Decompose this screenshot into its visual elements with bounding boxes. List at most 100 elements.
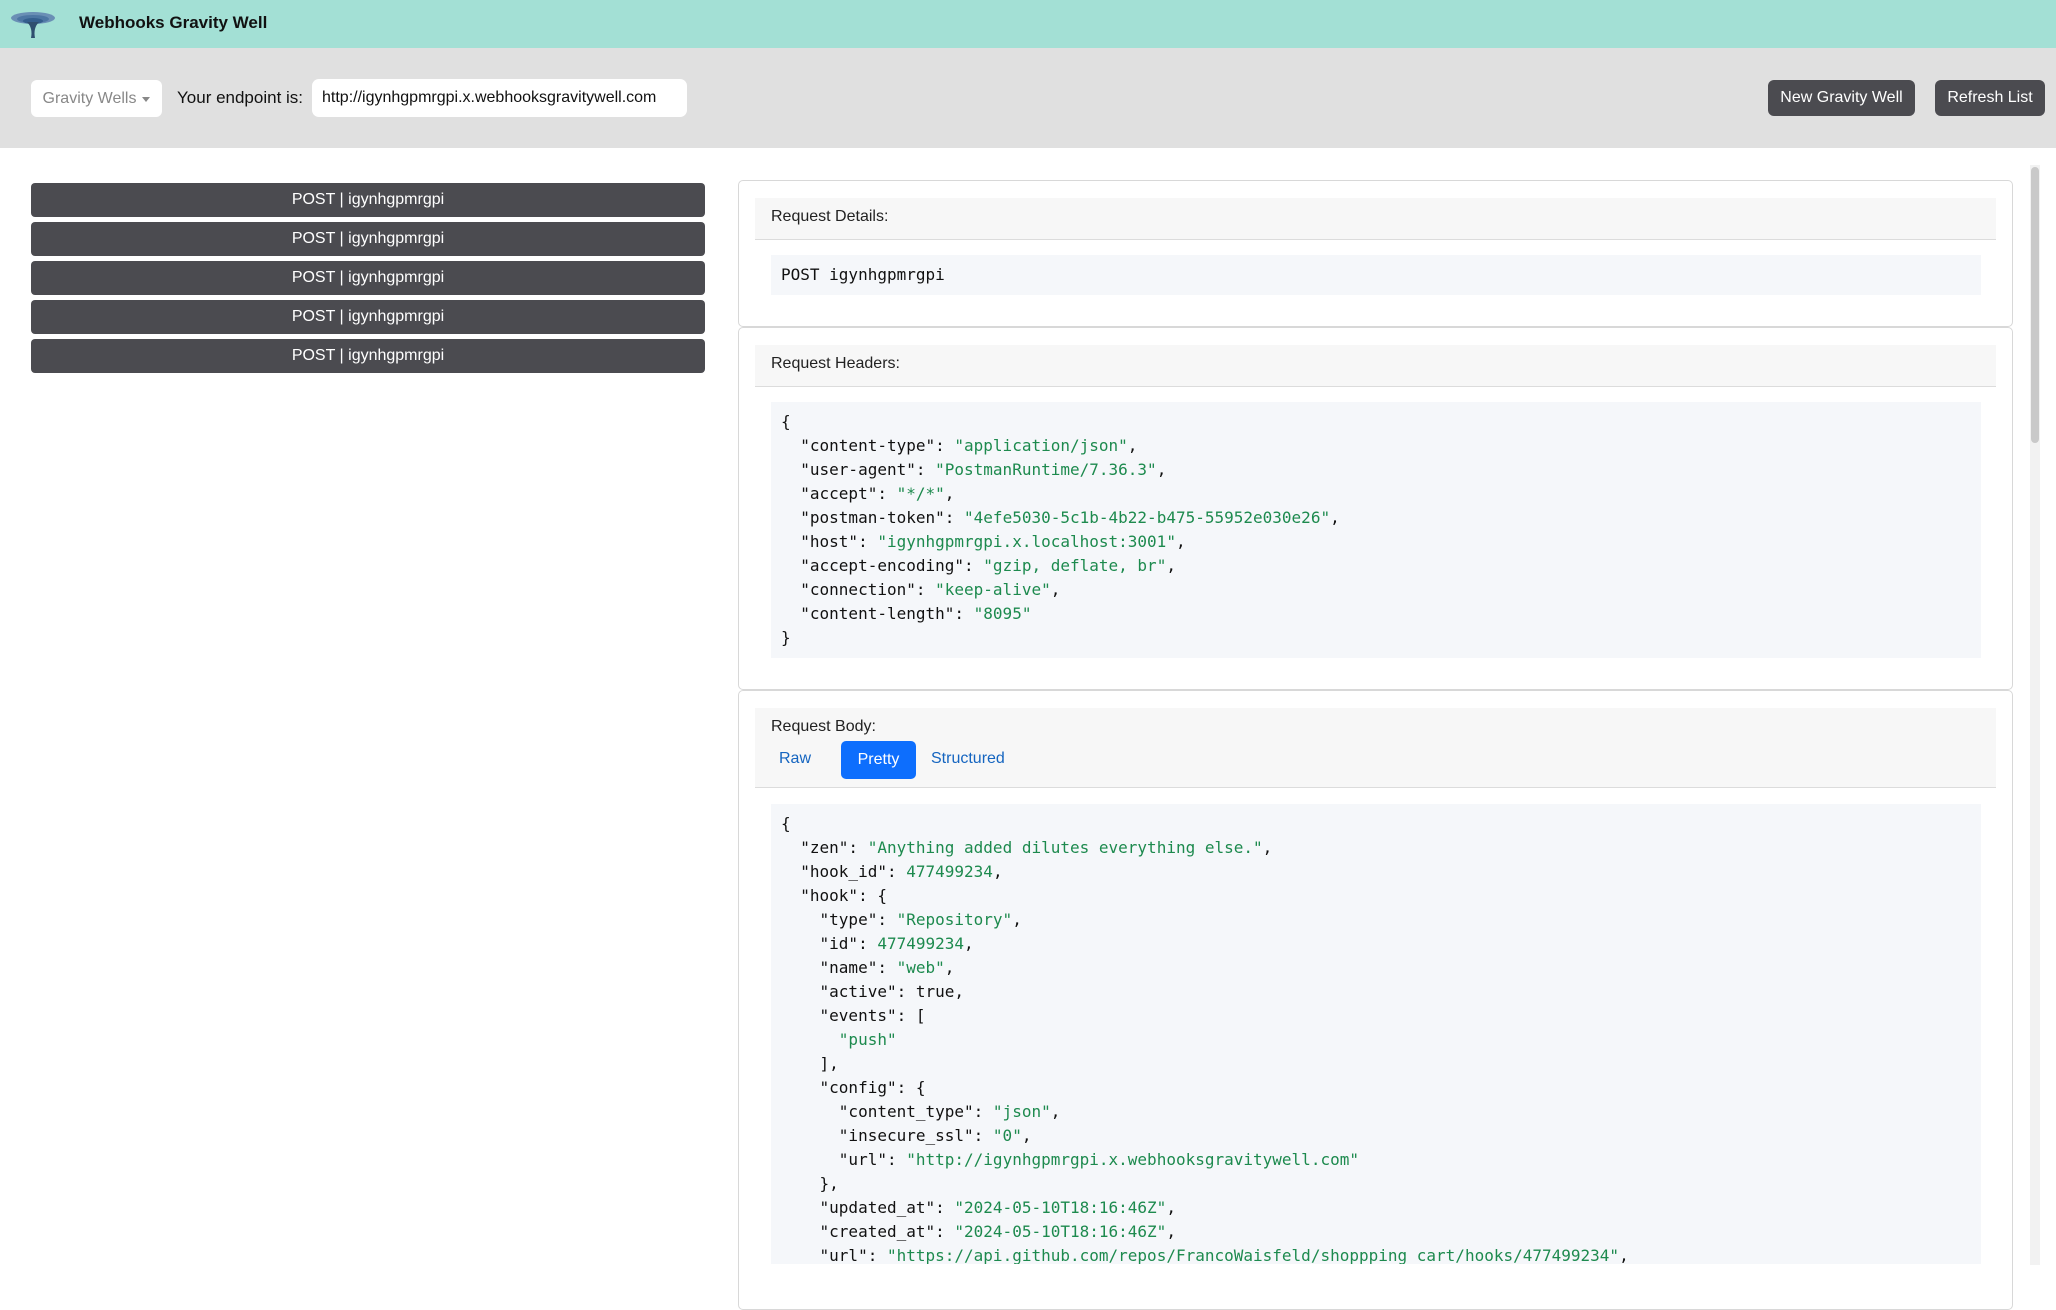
header-line: "postman-token": "4efe5030-5c1b-4b22-b47… bbox=[781, 508, 1340, 527]
header-value: "8095" bbox=[973, 604, 1032, 623]
json-text: "hook_id": bbox=[781, 862, 907, 881]
body-line: "url": "http://igynhgpmrgpi.x.webhooksgr… bbox=[781, 1150, 1359, 1169]
header-line: "content-type": "application/json", bbox=[781, 436, 1138, 455]
top-navbar: Webhooks Gravity Well bbox=[0, 0, 2056, 48]
json-text: "insecure_ssl": bbox=[781, 1126, 993, 1145]
header-key: "user-agent": bbox=[781, 460, 936, 479]
json-text: "id": bbox=[781, 934, 878, 953]
json-text: "url": bbox=[781, 1150, 907, 1169]
header-value: "PostmanRuntime/7.36.3" bbox=[935, 460, 1157, 479]
json-text bbox=[781, 1030, 839, 1049]
body-line: "config": { bbox=[781, 1078, 926, 1097]
endpoint-url-field[interactable]: http://igynhgpmrgpi.x.webhooksgravitywel… bbox=[312, 79, 687, 117]
json-text: "active": true, bbox=[781, 982, 965, 1001]
json-text: , bbox=[1012, 910, 1022, 929]
tab-raw[interactable]: Raw bbox=[779, 750, 811, 768]
gravity-well-logo-icon bbox=[11, 12, 55, 38]
request-details-title: Request Details: bbox=[771, 208, 889, 225]
header-key: "content-length": bbox=[781, 604, 974, 623]
json-value: "push" bbox=[838, 1030, 897, 1049]
request-list: POST | igynhgpmrgpi POST | igynhgpmrgpi … bbox=[31, 183, 705, 378]
header-line: "host": "igynhgpmrgpi.x.localhost:3001", bbox=[781, 532, 1186, 551]
json-text: { bbox=[781, 814, 791, 833]
header-value: "application/json" bbox=[954, 436, 1128, 455]
json-text: }, bbox=[781, 1174, 839, 1193]
json-text: , bbox=[1166, 1222, 1176, 1241]
request-headers-header: Request Headers: bbox=[755, 345, 1996, 387]
header-value: "gzip, deflate, br" bbox=[983, 556, 1167, 575]
request-list-item[interactable]: POST | igynhgpmrgpi bbox=[31, 183, 705, 217]
json-value: "Repository" bbox=[896, 910, 1013, 929]
new-gravity-well-button[interactable]: New Gravity Well bbox=[1768, 80, 1915, 116]
endpoint-label: Your endpoint is: bbox=[177, 88, 304, 107]
body-line: "events": [ bbox=[781, 1006, 926, 1025]
body-line: ], bbox=[781, 1054, 839, 1073]
body-line: "name": "web", bbox=[781, 958, 955, 977]
json-value: 477499234 bbox=[906, 862, 993, 881]
json-value: "https://api.github.com/repos/FrancoWais… bbox=[886, 1246, 1620, 1264]
header-line: "user-agent": "PostmanRuntime/7.36.3", bbox=[781, 460, 1167, 479]
json-text: "created_at": bbox=[781, 1222, 955, 1241]
request-headers-title: Request Headers: bbox=[771, 355, 900, 372]
request-body-code: { "zen": "Anything added dilutes everyth… bbox=[771, 804, 1981, 1264]
request-headers-card: Request Headers: { "content-type": "appl… bbox=[738, 327, 2013, 690]
request-body-header: Request Body: Raw Pretty Structured bbox=[755, 708, 1996, 788]
json-text: "events": [ bbox=[781, 1006, 926, 1025]
json-value: "json" bbox=[992, 1102, 1051, 1121]
json-value: "0" bbox=[992, 1126, 1022, 1145]
header-line: "accept-encoding": "gzip, deflate, br", bbox=[781, 556, 1176, 575]
request-list-item[interactable]: POST | igynhgpmrgpi bbox=[31, 222, 705, 256]
body-line: "zen": "Anything added dilutes everythin… bbox=[781, 838, 1272, 857]
body-line: "push" bbox=[781, 1030, 897, 1049]
body-line: "created_at": "2024-05-10T18:16:46Z", bbox=[781, 1222, 1176, 1241]
json-value: "http://igynhgpmrgpi.x.webhooksgravitywe… bbox=[906, 1150, 1359, 1169]
json-value: "2024-05-10T18:16:46Z" bbox=[954, 1222, 1167, 1241]
gravity-wells-dropdown[interactable]: Gravity Wells bbox=[31, 80, 162, 117]
body-line: "type": "Repository", bbox=[781, 910, 1022, 929]
json-text: ], bbox=[781, 1054, 839, 1073]
tab-structured[interactable]: Structured bbox=[931, 750, 1005, 768]
app-title[interactable]: Webhooks Gravity Well bbox=[79, 13, 267, 33]
json-text: , bbox=[1050, 1102, 1061, 1121]
page-scrollbar-thumb[interactable] bbox=[2031, 167, 2039, 443]
body-line: }, bbox=[781, 1174, 839, 1193]
caret-down-icon bbox=[142, 97, 151, 102]
request-details-header: Request Details: bbox=[755, 198, 1996, 240]
header-line: "connection": "keep-alive", bbox=[781, 580, 1061, 599]
refresh-list-button[interactable]: Refresh List bbox=[1935, 80, 2045, 116]
body-line: "hook_id": 477499234, bbox=[781, 862, 1002, 881]
request-headers-code: { "content-type": "application/json", "u… bbox=[771, 402, 1981, 658]
body-line: { bbox=[781, 814, 791, 833]
header-key: "connection": bbox=[781, 580, 936, 599]
body-line: "active": true, bbox=[781, 982, 965, 1001]
tab-pretty[interactable]: Pretty bbox=[841, 741, 916, 779]
header-line: "accept": "*/*", bbox=[781, 484, 955, 503]
request-details-card: Request Details: POST igynhgpmrgpi bbox=[738, 180, 2013, 327]
request-body-card: Request Body: Raw Pretty Structured { "z… bbox=[738, 690, 2013, 1310]
request-list-item[interactable]: POST | igynhgpmrgpi bbox=[31, 339, 705, 373]
json-text: "content_type": bbox=[781, 1102, 993, 1121]
json-value: "2024-05-10T18:16:46Z" bbox=[954, 1198, 1167, 1217]
request-body-title: Request Body: bbox=[771, 718, 876, 735]
header-value: "keep-alive" bbox=[935, 580, 1051, 599]
header-key: "host": bbox=[781, 532, 878, 551]
header-value: "4efe5030-5c1b-4b22-b475-55952e030e26" bbox=[964, 508, 1331, 527]
request-details-code: POST igynhgpmrgpi bbox=[771, 255, 1981, 295]
json-text: "url": bbox=[781, 1246, 887, 1264]
request-list-item[interactable]: POST | igynhgpmrgpi bbox=[31, 261, 705, 295]
body-line: "url": "https://api.github.com/repos/Fra… bbox=[781, 1246, 1629, 1264]
request-list-item[interactable]: POST | igynhgpmrgpi bbox=[31, 300, 705, 334]
body-line: "insecure_ssl": "0", bbox=[781, 1126, 1032, 1145]
header-value: "*/*" bbox=[896, 484, 945, 503]
header-value: "igynhgpmrgpi.x.localhost:3001" bbox=[877, 532, 1176, 551]
json-value: "Anything added dilutes everything else.… bbox=[867, 838, 1263, 857]
json-text: , bbox=[964, 934, 974, 953]
json-value: 477499234 bbox=[877, 934, 965, 953]
json-text: , bbox=[1619, 1246, 1629, 1264]
json-text: "name": bbox=[781, 958, 897, 977]
json-text: , bbox=[1262, 838, 1273, 857]
json-text: "zen": bbox=[781, 838, 868, 857]
json-text: "hook": { bbox=[781, 886, 887, 905]
body-line: "content_type": "json", bbox=[781, 1102, 1061, 1121]
json-text: "updated_at": bbox=[781, 1198, 955, 1217]
